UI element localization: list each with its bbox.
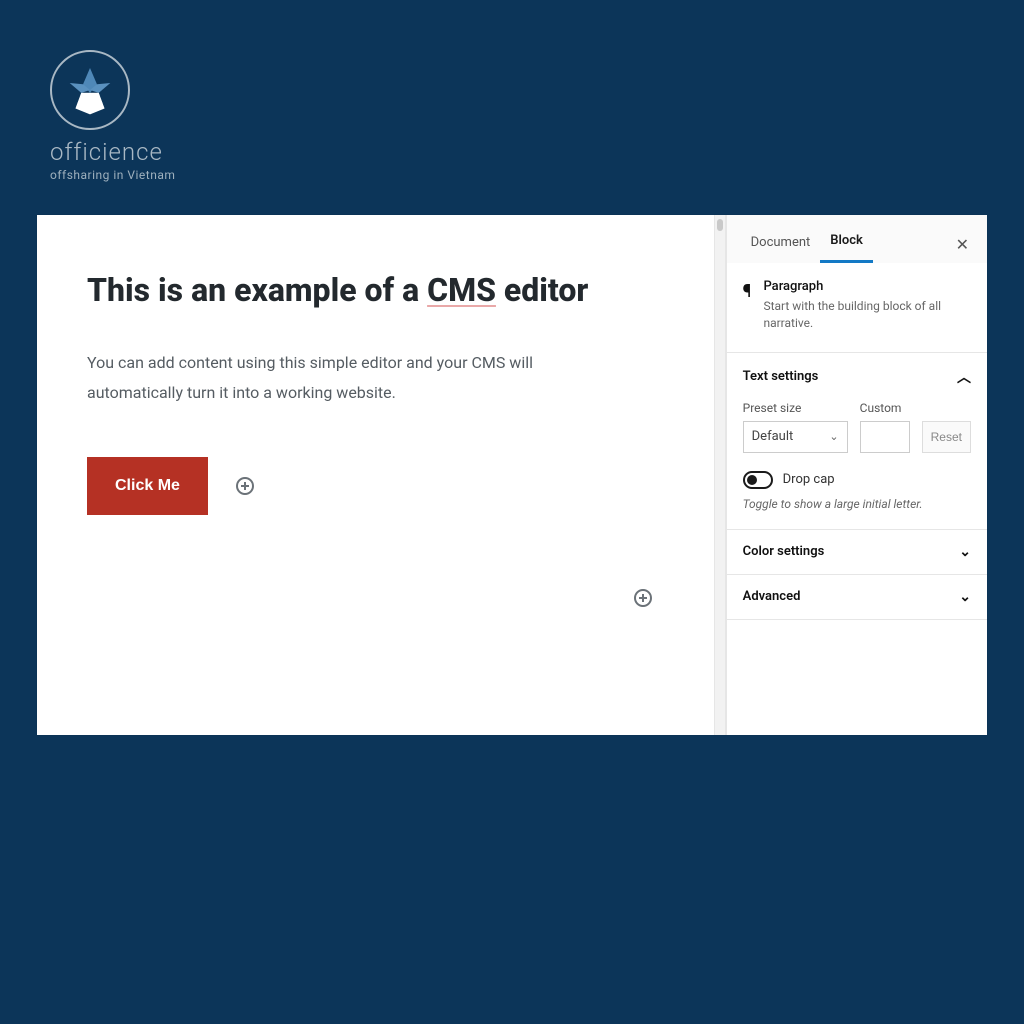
- custom-size-input[interactable]: [860, 421, 910, 453]
- body-paragraph[interactable]: You can add content using this simple ed…: [87, 348, 607, 409]
- preset-size-select[interactable]: Default ⌄: [743, 421, 848, 453]
- panel-text-settings: Text settings ︿ Preset size Default ⌄ Cu…: [727, 353, 987, 530]
- logo-mark: [50, 50, 130, 130]
- chevron-down-icon: ⌄: [829, 430, 838, 443]
- scrollbar-thumb[interactable]: [717, 219, 723, 231]
- panel-color-settings-header[interactable]: Color settings ⌄: [743, 544, 971, 560]
- preset-size-value: Default: [752, 429, 794, 444]
- title-post: editor: [496, 271, 588, 309]
- reset-button[interactable]: Reset: [922, 421, 971, 453]
- chevron-up-icon: ︿: [957, 367, 971, 387]
- panel-text-settings-header[interactable]: Text settings ︿: [743, 367, 971, 387]
- tab-block[interactable]: Block: [820, 225, 873, 263]
- settings-sidebar: Document Block ✕ ¶ Paragraph Start with …: [726, 215, 987, 735]
- add-block-icon[interactable]: [236, 477, 254, 495]
- editor-window: This is an example of a CMS editor You c…: [37, 215, 987, 735]
- canvas-scrollbar[interactable]: [714, 215, 726, 735]
- brand-name: officience: [50, 138, 175, 166]
- title-pre: This is an example of a: [87, 271, 427, 309]
- panel-text-settings-title: Text settings: [743, 369, 819, 384]
- editor-canvas[interactable]: This is an example of a CMS editor You c…: [37, 215, 714, 735]
- sidebar-tabs: Document Block ✕: [727, 215, 987, 263]
- dropcap-toggle[interactable]: [743, 471, 773, 489]
- preset-size-label: Preset size: [743, 401, 848, 415]
- add-block-below-icon[interactable]: [634, 589, 652, 607]
- block-type-title: Paragraph: [763, 279, 971, 294]
- title-underlined: CMS: [427, 271, 496, 309]
- block-type-info: ¶ Paragraph Start with the building bloc…: [727, 263, 987, 353]
- dropcap-hint: Toggle to show a large initial letter.: [743, 497, 971, 511]
- page-title[interactable]: This is an example of a CMS editor: [87, 270, 664, 310]
- cta-button[interactable]: Click Me: [87, 457, 208, 515]
- chevron-down-icon: ⌄: [959, 589, 971, 605]
- panel-advanced: Advanced ⌄: [727, 575, 987, 620]
- tab-document[interactable]: Document: [741, 227, 821, 262]
- panel-color-settings-title: Color settings: [743, 544, 825, 559]
- panel-color-settings: Color settings ⌄: [727, 530, 987, 575]
- brand-text: officience offsharing in Vietnam: [50, 138, 175, 182]
- brand-tagline: offsharing in Vietnam: [50, 168, 175, 182]
- panel-advanced-title: Advanced: [743, 589, 801, 604]
- block-type-desc: Start with the building block of all nar…: [763, 298, 971, 332]
- paragraph-icon: ¶: [743, 281, 752, 332]
- brand-logo: officience offsharing in Vietnam: [50, 50, 175, 182]
- dropcap-label: Drop cap: [783, 472, 835, 487]
- custom-size-label: Custom: [860, 401, 910, 415]
- close-icon[interactable]: ✕: [952, 231, 973, 258]
- panel-advanced-header[interactable]: Advanced ⌄: [743, 589, 971, 605]
- chevron-down-icon: ⌄: [959, 544, 971, 560]
